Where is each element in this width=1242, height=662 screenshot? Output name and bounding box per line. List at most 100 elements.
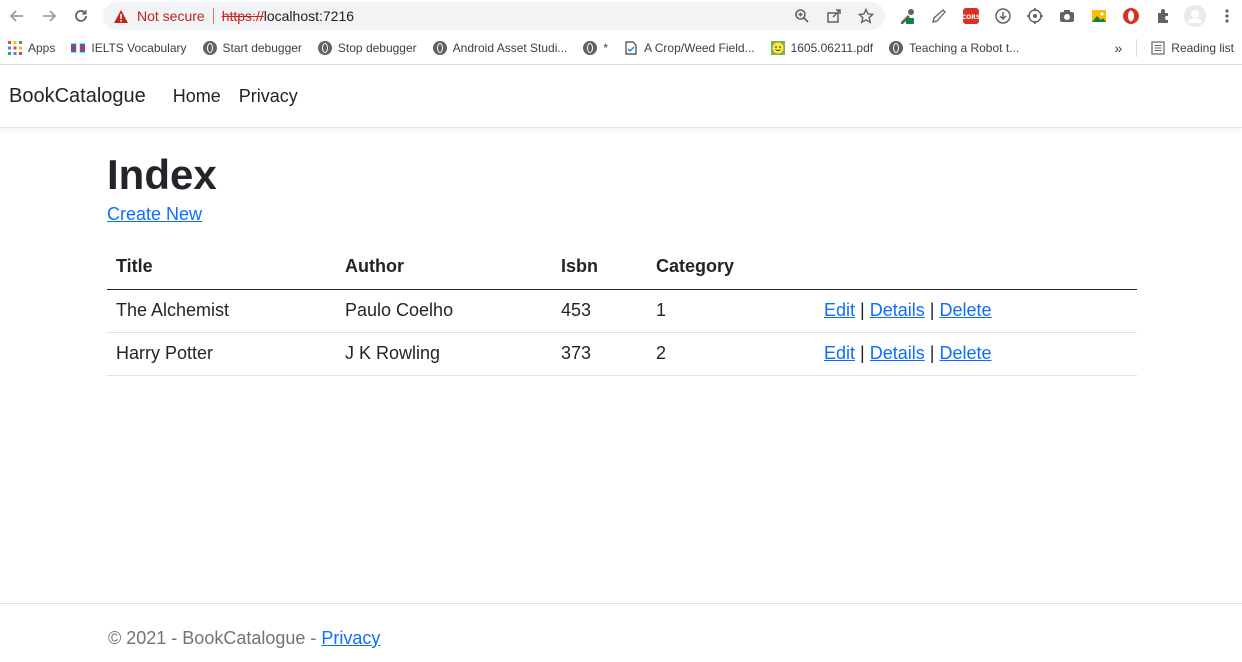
nav-link-privacy[interactable]: Privacy — [239, 86, 298, 107]
smiley-icon — [770, 41, 785, 55]
details-link[interactable]: Details — [870, 343, 925, 363]
bookmark-label: Stop debugger — [337, 41, 417, 55]
bookmark-teaching-robot[interactable]: Teaching a Robot t... — [881, 36, 1027, 60]
forward-button[interactable] — [37, 4, 61, 28]
puzzle-extensions-icon[interactable] — [1151, 4, 1175, 28]
cell-category: 1 — [647, 289, 815, 333]
bookmark-label: 1605.06211.pdf — [790, 41, 874, 55]
cell-actions: Edit | Details | Delete — [815, 289, 1137, 333]
cell-title: Harry Potter — [107, 332, 336, 376]
forward-arrow-icon — [43, 10, 57, 22]
brand-link[interactable]: BookCatalogue — [9, 85, 146, 108]
reading-list-button[interactable]: Reading list — [1151, 36, 1234, 60]
target-extension-icon[interactable] — [1023, 4, 1047, 28]
nav-link-home[interactable]: Home — [173, 86, 221, 107]
action-separator: | — [929, 299, 935, 320]
column-header-isbn: Isbn — [552, 247, 647, 290]
more-bookmarks-chevron-icon[interactable]: » — [1115, 40, 1123, 56]
zoom-icon[interactable] — [791, 6, 813, 26]
share-icon[interactable] — [823, 6, 845, 26]
eyedropper-extension-icon[interactable] — [895, 4, 919, 28]
table-header-row: Title Author Isbn Category — [107, 247, 1137, 290]
bookmark-label: IELTS Vocabulary — [91, 41, 187, 55]
bookmark-label: Start debugger — [222, 41, 302, 55]
bookmark-pdf[interactable]: 1605.06211.pdf — [763, 36, 882, 60]
download-extension-icon[interactable] — [991, 4, 1015, 28]
bookmark-label: * — [603, 41, 609, 55]
cell-author: J K Rowling — [336, 332, 552, 376]
bookmark-star-icon[interactable] — [855, 6, 877, 26]
back-button[interactable] — [5, 4, 29, 28]
bookmark-label: A Crop/Weed Field... — [644, 41, 755, 55]
warning-icon[interactable] — [113, 7, 131, 25]
bookmark-android-asset-studio[interactable]: Android Asset Studi... — [425, 36, 576, 60]
main-content: Index Create New Title Author Isbn Categ… — [107, 148, 1137, 376]
profile-avatar-icon[interactable] — [1183, 4, 1207, 28]
image-extension-icon[interactable] — [1087, 4, 1111, 28]
column-header-author: Author — [336, 247, 552, 290]
bookmarks-divider — [1136, 39, 1138, 57]
action-separator: | — [860, 299, 865, 320]
footer-privacy-link[interactable]: Privacy — [321, 628, 380, 648]
cors-extension-icon[interactable]: CORS — [959, 4, 983, 28]
bookmark-start-debugger[interactable]: Start debugger — [195, 36, 310, 60]
globe-icon — [889, 41, 904, 55]
site-navbar: BookCatalogue Home Privacy — [0, 65, 1242, 128]
cell-isbn: 373 — [552, 332, 647, 376]
details-link[interactable]: Details — [870, 300, 925, 320]
reload-icon — [75, 10, 87, 22]
edit-link[interactable]: Edit — [824, 300, 855, 320]
action-separator: | — [860, 342, 865, 363]
reload-button[interactable] — [69, 4, 93, 28]
cell-category: 2 — [647, 332, 815, 376]
extensions-area: CORS — [895, 4, 1239, 28]
address-bar[interactable]: Not secure https:// localhost:7216 — [103, 2, 885, 30]
bookmarks-bar: Apps IELTS Vocabulary Start debugger Sto… — [0, 32, 1242, 65]
delete-link[interactable]: Delete — [940, 343, 992, 363]
bookmark-crop-weed[interactable]: A Crop/Weed Field... — [616, 36, 763, 60]
cell-isbn: 453 — [552, 289, 647, 333]
column-header-actions — [815, 247, 1137, 290]
url-scheme: https:// — [221, 8, 264, 24]
bookmark-label: Apps — [28, 41, 56, 55]
books-table: Title Author Isbn Category The Alchemist… — [107, 247, 1137, 376]
camera-extension-icon[interactable] — [1055, 4, 1079, 28]
bookmark-ielts[interactable]: IELTS Vocabulary — [63, 36, 194, 60]
table-row: Harry Potter J K Rowling 373 2 Edit | De… — [107, 332, 1137, 376]
apps-grid-icon — [8, 41, 22, 55]
url-host: localhost:7216 — [263, 8, 355, 24]
menu-kebab-icon[interactable] — [1215, 4, 1239, 28]
brush-extension-icon[interactable] — [927, 4, 951, 28]
svg-text:CORS: CORS — [962, 14, 980, 21]
globe-icon — [583, 41, 598, 55]
site-footer: © 2021 - BookCatalogue - Privacy — [0, 603, 1242, 662]
footer-copyright: © 2021 - BookCatalogue - — [108, 628, 322, 648]
ielts-icon — [71, 43, 86, 53]
security-label[interactable]: Not secure — [137, 8, 205, 24]
back-arrow-icon — [9, 10, 23, 22]
bookmark-label: Android Asset Studi... — [452, 41, 568, 55]
bookmark-stop-debugger[interactable]: Stop debugger — [310, 36, 425, 60]
edit-link[interactable]: Edit — [824, 343, 855, 363]
globe-icon — [202, 41, 217, 55]
reading-list-label: Reading list — [1171, 41, 1234, 55]
reading-list-icon — [1151, 41, 1165, 55]
bookmark-star[interactable]: * — [575, 36, 616, 60]
cell-author: Paulo Coelho — [336, 289, 552, 333]
omnibox-divider — [212, 8, 214, 24]
globe-icon — [432, 41, 447, 55]
globe-icon — [317, 41, 332, 55]
cell-actions: Edit | Details | Delete — [815, 332, 1137, 376]
opera-extension-icon[interactable] — [1119, 4, 1143, 28]
doc-icon — [625, 41, 637, 55]
action-separator: | — [929, 342, 935, 363]
bookmark-label: Teaching a Robot t... — [909, 41, 1020, 55]
create-new-link[interactable]: Create New — [107, 204, 202, 225]
page-title: Index — [107, 151, 217, 198]
column-header-title: Title — [107, 247, 336, 290]
browser-toolbar: Not secure https:// localhost:7216 CORS — [0, 0, 1242, 32]
column-header-category: Category — [647, 247, 815, 290]
table-row: The Alchemist Paulo Coelho 453 1 Edit | … — [107, 289, 1137, 333]
bookmark-apps[interactable]: Apps — [0, 36, 63, 60]
delete-link[interactable]: Delete — [940, 300, 992, 320]
